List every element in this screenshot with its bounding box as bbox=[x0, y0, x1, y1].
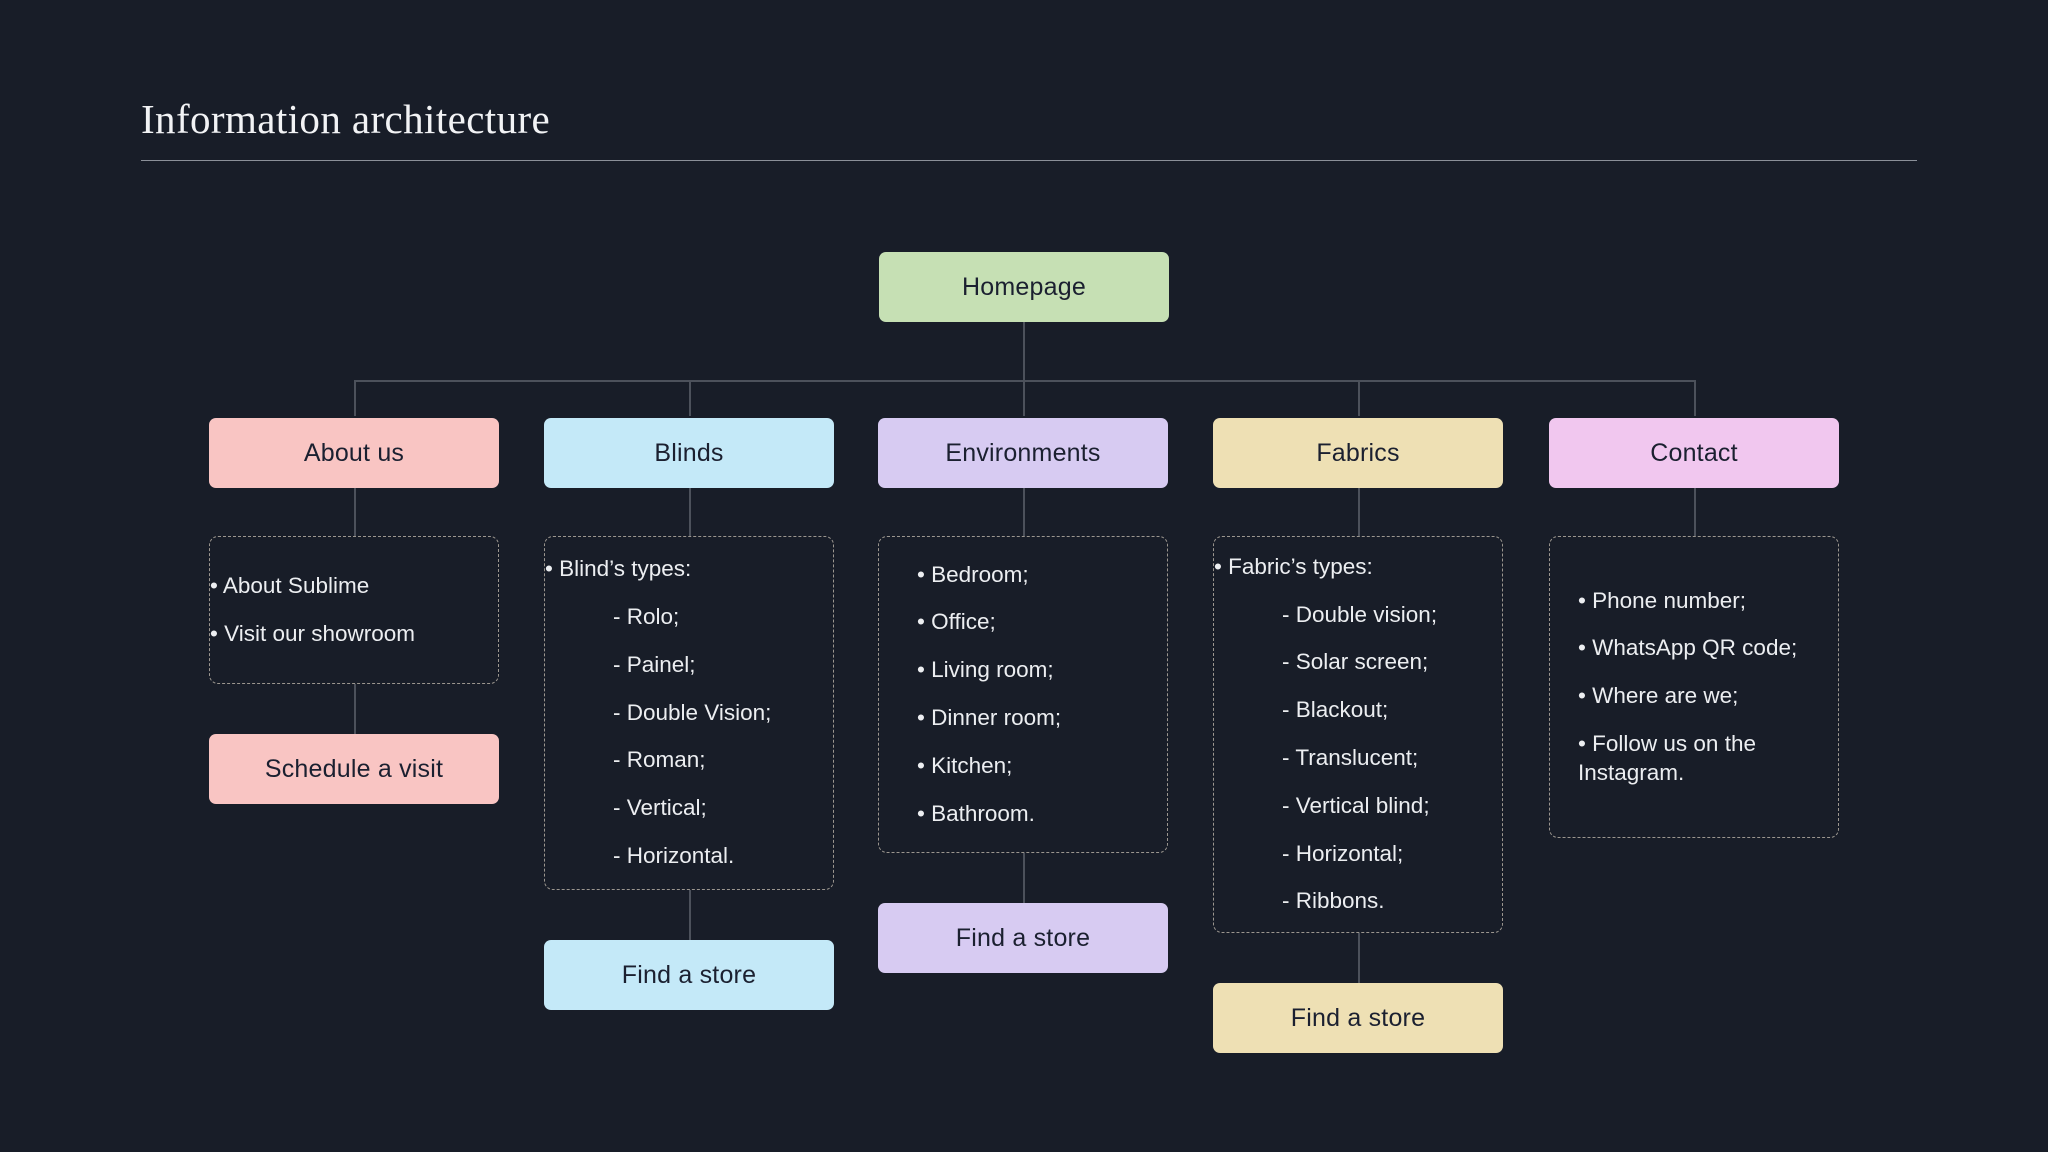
list-item: • Follow us on the Instagram. bbox=[1578, 730, 1756, 785]
connector-contact-to-details bbox=[1694, 488, 1696, 536]
list-item: • Living room; bbox=[917, 657, 1054, 683]
connector-about-us-to-details bbox=[354, 488, 356, 536]
cta-environments-find-a-store-label: Find a store bbox=[955, 923, 1091, 952]
connector-blinds-to-details bbox=[689, 488, 691, 536]
details-about-us-list: • About Sublime • Visit our showroom bbox=[210, 572, 498, 649]
title-divider bbox=[141, 160, 1917, 161]
list-item: - Translucent; bbox=[1282, 745, 1419, 770]
connector-bus-to-fabrics bbox=[1358, 380, 1360, 416]
list-item: • Kitchen; bbox=[917, 752, 1013, 778]
details-fabrics-list: • Fabric’s types: - Double vision; - Sol… bbox=[1214, 553, 1502, 916]
connector-fabrics-details-to-cta bbox=[1358, 933, 1360, 983]
connector-environments-to-details bbox=[1023, 488, 1025, 536]
details-contact-list: • Phone number; • WhatsApp QR code; • Wh… bbox=[1578, 587, 1816, 788]
cta-fabrics-find-a-store-label: Find a store bbox=[1290, 1003, 1426, 1032]
node-contact[interactable]: Contact bbox=[1549, 418, 1839, 488]
list-item: - Rolo; bbox=[613, 604, 680, 630]
list-item: - Blackout; bbox=[1282, 697, 1389, 723]
list-item: • Dinner room; bbox=[917, 705, 1062, 730]
connector-about-us-details-to-cta bbox=[354, 684, 356, 734]
cta-schedule-a-visit[interactable]: Schedule a visit bbox=[209, 734, 499, 804]
details-blinds: • Blind’s types: - Rolo; - Painel; - Dou… bbox=[544, 536, 834, 890]
connector-bus-to-about-us bbox=[354, 380, 356, 416]
list-item: - Roman; bbox=[613, 747, 706, 773]
list-item: - Horizontal; bbox=[1282, 840, 1404, 866]
list-item: - Double Vision; bbox=[613, 699, 772, 725]
list-item: • About Sublime bbox=[210, 572, 370, 598]
list-item: - Double vision; bbox=[1282, 601, 1438, 627]
list-item: • Where are we; bbox=[1578, 683, 1739, 709]
node-blinds[interactable]: Blinds bbox=[544, 418, 834, 488]
node-environments[interactable]: Environments bbox=[878, 418, 1168, 488]
list-item: • Blind’s types: bbox=[545, 556, 692, 582]
details-blinds-list: • Blind’s types: - Rolo; - Painel; - Dou… bbox=[545, 555, 833, 871]
list-item: • Visit our showroom bbox=[210, 620, 416, 646]
cta-fabrics-find-a-store[interactable]: Find a store bbox=[1213, 983, 1503, 1053]
list-item: • Phone number; bbox=[1578, 587, 1746, 613]
node-contact-label: Contact bbox=[1650, 438, 1738, 467]
cta-blinds-find-a-store[interactable]: Find a store bbox=[544, 940, 834, 1010]
connector-root-stem bbox=[1023, 322, 1025, 381]
page-title: Information architecture bbox=[141, 96, 551, 142]
diagram-canvas: Information architecture Homepage About … bbox=[0, 0, 2048, 1152]
node-fabrics-label: Fabrics bbox=[1316, 438, 1400, 467]
details-contact: • Phone number; • WhatsApp QR code; • Wh… bbox=[1549, 536, 1839, 838]
list-item: - Solar screen; bbox=[1282, 649, 1429, 675]
cta-schedule-a-visit-label: Schedule a visit bbox=[264, 754, 444, 783]
list-item: • Bathroom. bbox=[917, 800, 1035, 826]
details-environments-list: • Bedroom; • Office; • Living room; • Di… bbox=[879, 561, 1167, 829]
details-fabrics: • Fabric’s types: - Double vision; - Sol… bbox=[1213, 536, 1503, 933]
cta-environments-find-a-store[interactable]: Find a store bbox=[878, 903, 1168, 973]
details-environments: • Bedroom; • Office; • Living room; • Di… bbox=[878, 536, 1168, 853]
list-item: • Fabric’s types: bbox=[1214, 553, 1373, 579]
list-item: • Bedroom; bbox=[917, 561, 1029, 587]
list-item: - Ribbons. bbox=[1282, 888, 1385, 914]
node-about-us-label: About us bbox=[303, 438, 405, 467]
list-item: - Horizontal. bbox=[613, 843, 735, 868]
connector-bus-to-environments bbox=[1023, 380, 1025, 416]
connector-fabrics-to-details bbox=[1358, 488, 1360, 536]
node-blinds-label: Blinds bbox=[654, 438, 724, 467]
list-item: • Office; bbox=[917, 609, 996, 635]
list-item: • WhatsApp QR code; bbox=[1578, 635, 1798, 661]
node-environments-label: Environments bbox=[945, 438, 1101, 467]
connector-blinds-details-to-cta bbox=[689, 890, 691, 940]
connector-bus-to-blinds bbox=[689, 380, 691, 416]
list-item: - Painel; bbox=[613, 651, 696, 677]
node-homepage[interactable]: Homepage bbox=[879, 252, 1169, 322]
cta-blinds-find-a-store-label: Find a store bbox=[621, 960, 757, 989]
node-homepage-label: Homepage bbox=[962, 272, 1086, 301]
list-item: - Vertical blind; bbox=[1282, 792, 1430, 818]
details-about-us: • About Sublime • Visit our showroom bbox=[209, 536, 499, 684]
node-about-us[interactable]: About us bbox=[209, 418, 499, 488]
node-fabrics[interactable]: Fabrics bbox=[1213, 418, 1503, 488]
connector-bus-to-contact bbox=[1694, 380, 1696, 416]
list-item: - Vertical; bbox=[613, 795, 707, 821]
connector-environments-details-to-cta bbox=[1023, 853, 1025, 903]
